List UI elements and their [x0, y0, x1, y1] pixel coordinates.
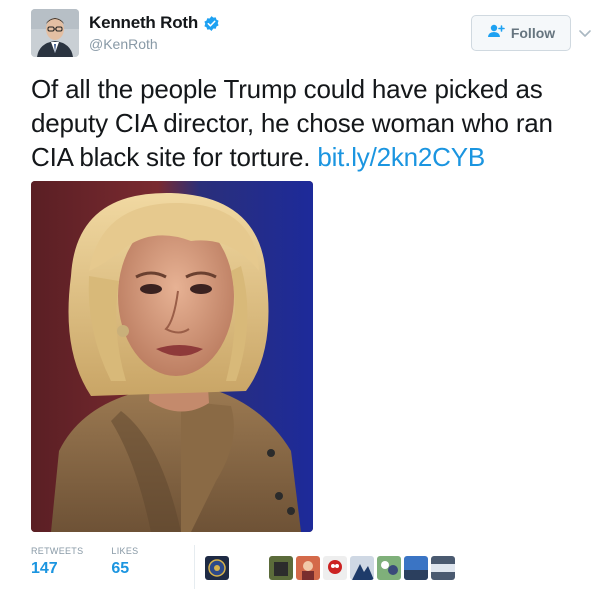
retweets-label: RETWEETS	[31, 546, 84, 556]
liker-avatars	[205, 556, 455, 580]
follow-button-label: Follow	[510, 25, 556, 41]
retweets-count: 147	[31, 560, 58, 577]
retweets-stat[interactable]: RETWEETS 147	[31, 546, 83, 578]
tweet-text: Of all the people Trump could have picke…	[31, 72, 591, 174]
author-info: Kenneth Roth @KenRoth	[89, 13, 220, 52]
author-avatar[interactable]	[31, 9, 79, 57]
chevron-down-icon[interactable]	[577, 25, 593, 41]
likes-count: 65	[111, 560, 130, 577]
stats-divider	[194, 545, 195, 589]
liker-avatar[interactable]	[269, 556, 293, 580]
add-user-icon	[487, 24, 505, 43]
author-display-name[interactable]: Kenneth Roth	[89, 13, 198, 33]
liker-avatar[interactable]	[296, 556, 320, 580]
liker-avatar[interactable]	[431, 556, 455, 580]
tweet-photo[interactable]	[31, 181, 313, 532]
tweet-stats: RETWEETS 147 LIKES 65	[31, 546, 166, 578]
liker-avatar[interactable]	[323, 556, 347, 580]
liker-avatar[interactable]	[404, 556, 428, 580]
liker-avatar[interactable]	[350, 556, 374, 580]
tweet-header: Kenneth Roth @KenRoth Follow	[31, 9, 596, 61]
follow-button[interactable]: Follow	[471, 15, 571, 51]
author-handle[interactable]: @KenRoth	[89, 36, 220, 52]
liker-avatar[interactable]	[377, 556, 401, 580]
liker-avatar[interactable]	[205, 556, 229, 580]
tweet-link[interactable]: bit.ly/2kn2CYB	[317, 142, 485, 172]
verified-badge-icon	[203, 15, 220, 32]
likes-stat[interactable]: LIKES 65	[111, 546, 138, 578]
likes-label: LIKES	[111, 546, 139, 556]
